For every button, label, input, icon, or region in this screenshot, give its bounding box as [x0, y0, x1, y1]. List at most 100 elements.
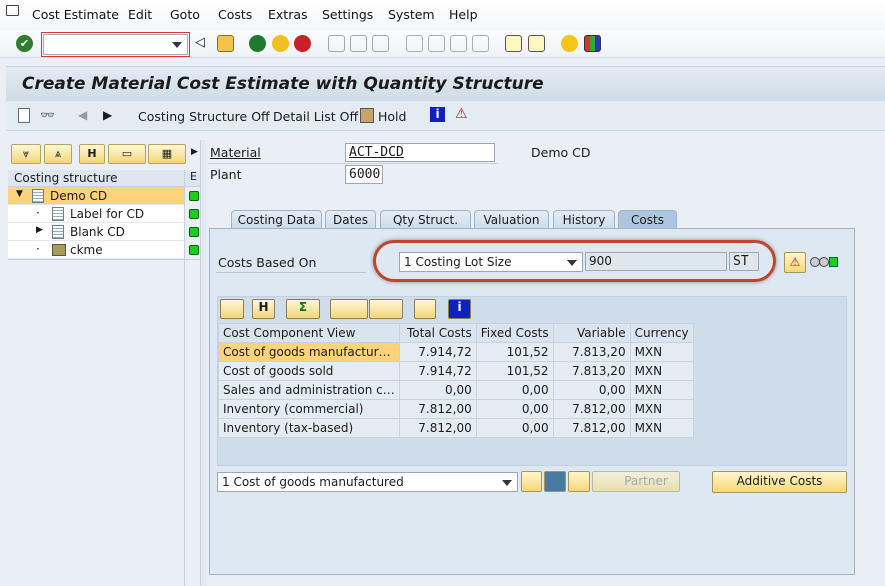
- table-row[interactable]: Inventory (commercial) 7.812,00 0,00 7.812,…: [218, 399, 694, 419]
- menu-edit[interactable]: Edit: [128, 7, 152, 22]
- tab-costs[interactable]: Costs: [618, 210, 677, 229]
- table-cell[interactable]: 7.813,20: [552, 361, 631, 381]
- hierarchy-icon[interactable]: [568, 471, 590, 492]
- table-cell[interactable]: MXN: [629, 380, 694, 400]
- table-cell[interactable]: MXN: [629, 342, 694, 362]
- costing-structure-off-button[interactable]: Costing Structure Off: [138, 109, 270, 124]
- first-page-icon[interactable]: [406, 35, 423, 52]
- tab-qty-struct[interactable]: Qty Struct.: [380, 210, 471, 229]
- table-cell[interactable]: 7.812,00: [552, 418, 631, 438]
- table-cell[interactable]: Cost of goods manufactur…: [218, 342, 400, 362]
- table-cell[interactable]: 0,00: [475, 380, 554, 400]
- glasses-icon[interactable]: 👓: [40, 108, 55, 122]
- menu-system[interactable]: System: [388, 7, 435, 22]
- cancel-icon[interactable]: [294, 35, 311, 52]
- tree-item-blank-cd[interactable]: ▶ Blank CD: [8, 223, 184, 241]
- layout-icon[interactable]: [369, 299, 403, 319]
- sum-icon[interactable]: Σ: [286, 299, 320, 319]
- chevron-down-icon[interactable]: [567, 260, 577, 266]
- command-field[interactable]: [41, 32, 190, 57]
- menu-settings[interactable]: Settings: [322, 7, 373, 22]
- table-cell[interactable]: Inventory (commercial): [218, 399, 400, 419]
- tree-item-label-for-cd[interactable]: · Label for CD: [8, 205, 184, 223]
- graphic-icon[interactable]: [414, 299, 436, 319]
- table-cell[interactable]: 0,00: [475, 418, 554, 438]
- chevron-down-icon[interactable]: [502, 480, 512, 486]
- table-cell[interactable]: MXN: [629, 418, 694, 438]
- new-document-icon[interactable]: [18, 108, 30, 123]
- table-row[interactable]: Cost of goods sold 7.914,72 101,52 7.813,20…: [218, 361, 694, 381]
- layout-menu-icon[interactable]: [584, 35, 601, 52]
- table-cell[interactable]: 7.812,00: [398, 418, 477, 438]
- new-session-icon[interactable]: [505, 35, 522, 52]
- column-header[interactable]: Total Costs: [398, 323, 477, 343]
- exit-icon[interactable]: [272, 35, 289, 52]
- print-icon[interactable]: [328, 35, 345, 52]
- expand-all-icon[interactable]: ⩔: [11, 144, 41, 164]
- layout-icon[interactable]: ▦: [148, 144, 186, 164]
- column-header[interactable]: Variable: [552, 323, 631, 343]
- info-icon[interactable]: i: [430, 107, 445, 122]
- help-icon[interactable]: [561, 35, 578, 52]
- table-cell[interactable]: MXN: [629, 361, 694, 381]
- tab-valuation[interactable]: Valuation: [474, 210, 549, 229]
- next-icon[interactable]: ▶: [103, 108, 112, 122]
- column-header[interactable]: Fixed Costs: [475, 323, 554, 343]
- hold-icon[interactable]: [360, 108, 374, 123]
- shortcut-icon[interactable]: [528, 35, 545, 52]
- enter-icon[interactable]: ✔: [16, 35, 33, 52]
- column-header[interactable]: Cost Component View: [218, 323, 400, 343]
- last-page-icon[interactable]: [472, 35, 489, 52]
- detail-list-off-button[interactable]: Detail List Off: [273, 109, 358, 124]
- table-cell[interactable]: 7.914,72: [398, 361, 477, 381]
- print-icon[interactable]: ▭: [108, 144, 146, 164]
- info-icon[interactable]: i: [448, 299, 471, 319]
- menu-costs[interactable]: Costs: [218, 7, 252, 22]
- find-icon[interactable]: H: [252, 299, 275, 319]
- additive-costs-button[interactable]: Additive Costs: [712, 471, 847, 493]
- find-icon[interactable]: [350, 35, 367, 52]
- splitter[interactable]: [200, 140, 206, 586]
- tab-costing-data[interactable]: Costing Data: [231, 210, 322, 229]
- table-cell[interactable]: 7.914,72: [398, 342, 477, 362]
- table-row[interactable]: Sales and administration c… 0,00 0,00 0,00 M…: [218, 380, 694, 400]
- more-icon[interactable]: ▶: [191, 147, 198, 157]
- table-cell[interactable]: Inventory (tax-based): [218, 418, 400, 438]
- menu-goto[interactable]: Goto: [170, 7, 200, 22]
- export-icon[interactable]: [330, 299, 368, 319]
- zoom-icon[interactable]: [521, 471, 542, 492]
- table-cell[interactable]: 0,00: [398, 380, 477, 400]
- table-cell[interactable]: 101,52: [475, 342, 554, 362]
- menu-extras[interactable]: Extras: [268, 7, 308, 22]
- tree-item-demo-cd[interactable]: ▼ Demo CD: [8, 187, 184, 205]
- table-cell[interactable]: 7.812,00: [398, 399, 477, 419]
- plant-field[interactable]: 6000: [345, 165, 383, 184]
- details-icon[interactable]: [220, 299, 244, 319]
- table-cell[interactable]: 101,52: [475, 361, 554, 381]
- column-header[interactable]: Currency: [629, 323, 694, 343]
- cost-component-view-dropdown[interactable]: 1 Cost of goods manufactured: [217, 472, 518, 492]
- costs-based-on-dropdown[interactable]: 1 Costing Lot Size: [399, 252, 583, 272]
- table-cell[interactable]: Cost of goods sold: [218, 361, 400, 381]
- previous-icon[interactable]: ◀: [78, 108, 87, 122]
- tree-item-ckme[interactable]: · ckme: [8, 241, 184, 259]
- table-cell[interactable]: 0,00: [475, 399, 554, 419]
- columns-icon[interactable]: [544, 471, 566, 492]
- collapse-all-icon[interactable]: ⩓: [44, 144, 72, 164]
- tab-history[interactable]: History: [553, 210, 615, 229]
- table-cell[interactable]: Sales and administration c…: [218, 380, 400, 400]
- menu-cost-estimate[interactable]: Cost Estimate: [32, 7, 119, 22]
- messages-icon[interactable]: ⚠: [784, 252, 806, 273]
- table-cell[interactable]: 7.812,00: [552, 399, 631, 419]
- warning-log-icon[interactable]: ⚠: [455, 106, 468, 122]
- tab-dates[interactable]: Dates: [325, 210, 376, 229]
- next-page-icon[interactable]: [450, 35, 467, 52]
- table-row[interactable]: Inventory (tax-based) 7.812,00 0,00 7.812,0…: [218, 418, 694, 438]
- system-menu-icon[interactable]: [6, 5, 19, 16]
- hold-button[interactable]: Hold: [378, 109, 406, 124]
- collapse-icon[interactable]: ◁: [195, 35, 212, 52]
- find-icon[interactable]: H: [79, 144, 105, 164]
- table-row[interactable]: Cost of goods manufactur… 7.914,72 101,52 7…: [218, 342, 694, 362]
- table-cell[interactable]: MXN: [629, 399, 694, 419]
- back-icon[interactable]: [249, 35, 266, 52]
